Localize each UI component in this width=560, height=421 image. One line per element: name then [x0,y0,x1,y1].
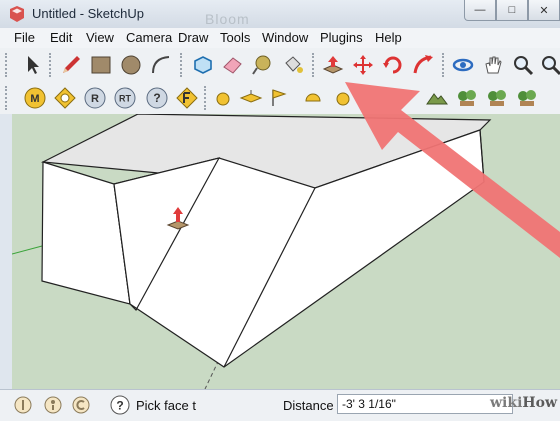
menu-plugins[interactable]: Plugins [320,30,363,45]
rotate-icon[interactable] [380,52,406,78]
toolbar-grip[interactable] [442,53,446,77]
window-title: Untitled - SketchUp [32,6,144,21]
sphere-icon[interactable] [210,85,236,111]
push-pull-icon[interactable] [320,52,346,78]
maximize-button[interactable]: □ [496,0,528,21]
pan-hand-icon[interactable] [480,52,506,78]
zoom-extents-icon[interactable] [538,52,560,78]
move-icon[interactable] [350,52,376,78]
toolbar-grip[interactable] [49,53,53,77]
sketchup-logo-icon [10,6,24,22]
watermark-how: How [522,395,558,411]
zoom-icon[interactable] [510,52,536,78]
toolbar-grip[interactable] [204,86,208,110]
eraser-icon[interactable] [220,52,246,78]
status-bar: ? Pick face t Distance -3' 3 1/16" [0,389,560,421]
watermark-wiki: wiki [490,395,523,411]
menu-window[interactable]: Window [262,30,308,45]
flag-icon[interactable] [266,85,292,111]
tree2-icon[interactable] [484,85,510,111]
model-canvas[interactable] [12,114,560,389]
menu-view[interactable]: View [86,30,114,45]
toolbar-grip[interactable] [180,53,184,77]
toolbar-grip[interactable] [5,86,9,110]
circle-icon[interactable] [118,52,144,78]
pencil-line-icon[interactable] [58,52,84,78]
tree3-icon[interactable] [514,85,540,111]
menu-tools[interactable]: Tools [220,30,250,45]
menu-camera[interactable]: Camera [126,30,172,45]
background-window-title: Bloom [205,11,250,27]
modeling-viewport[interactable] [12,114,560,389]
r-badge-glyph: R [91,93,99,105]
title-bar: Untitled - SketchUp Bloom — □ ✕ [0,0,560,29]
wikihow-watermark: wikiHow [490,395,557,411]
plane-icon[interactable] [238,85,264,111]
tree-icon[interactable] [454,85,480,111]
select-tool-icon[interactable] [20,52,46,78]
m-badge-glyph: M [30,93,39,105]
orbit-icon[interactable] [450,52,476,78]
distance-input[interactable]: -3' 3 1/16" [337,394,513,414]
toolbar-grip[interactable] [5,53,9,77]
f-badge-icon[interactable] [174,85,200,111]
instructor-help-icon[interactable]: ? [110,395,130,415]
svg-text:?: ? [116,399,123,413]
sphere2-icon[interactable] [330,85,356,111]
menu-draw[interactable]: Draw [178,30,208,45]
status-hint: Pick face t [136,398,196,413]
menu-file[interactable]: File [14,30,35,45]
tape-measure-icon[interactable] [250,52,276,78]
r-badge-icon[interactable]: R [82,85,108,111]
minimize-button[interactable]: — [464,0,496,21]
menu-edit[interactable]: Edit [50,30,72,45]
paint-bucket-icon[interactable] [280,52,306,78]
toolbar-grip[interactable] [312,53,316,77]
terrain-icon[interactable] [424,85,450,111]
credits-icon[interactable] [44,396,62,414]
g-badge-icon[interactable] [52,85,78,111]
arc-icon[interactable] [148,52,174,78]
plugins-toolbar: M R RT ? [0,82,560,115]
hemisphere-icon[interactable] [300,85,326,111]
follow-me-icon[interactable] [410,52,436,78]
rectangle-icon[interactable] [88,52,114,78]
main-toolbar [0,48,560,83]
m-badge-icon[interactable]: M [22,85,48,111]
close-button[interactable]: ✕ [528,0,560,21]
menu-bar: File Edit View Camera Draw Tools Window … [0,28,560,49]
distance-label: Distance [283,398,334,413]
help-badge-glyph: ? [153,91,160,105]
rt-badge-glyph: RT [119,94,131,104]
make-component-icon[interactable] [190,52,216,78]
menu-help[interactable]: Help [375,30,402,45]
copyright-icon[interactable] [72,396,90,414]
rt-badge-icon[interactable]: RT [112,85,138,111]
help-badge-icon[interactable]: ? [144,85,170,111]
geo-location-icon[interactable] [14,396,32,414]
